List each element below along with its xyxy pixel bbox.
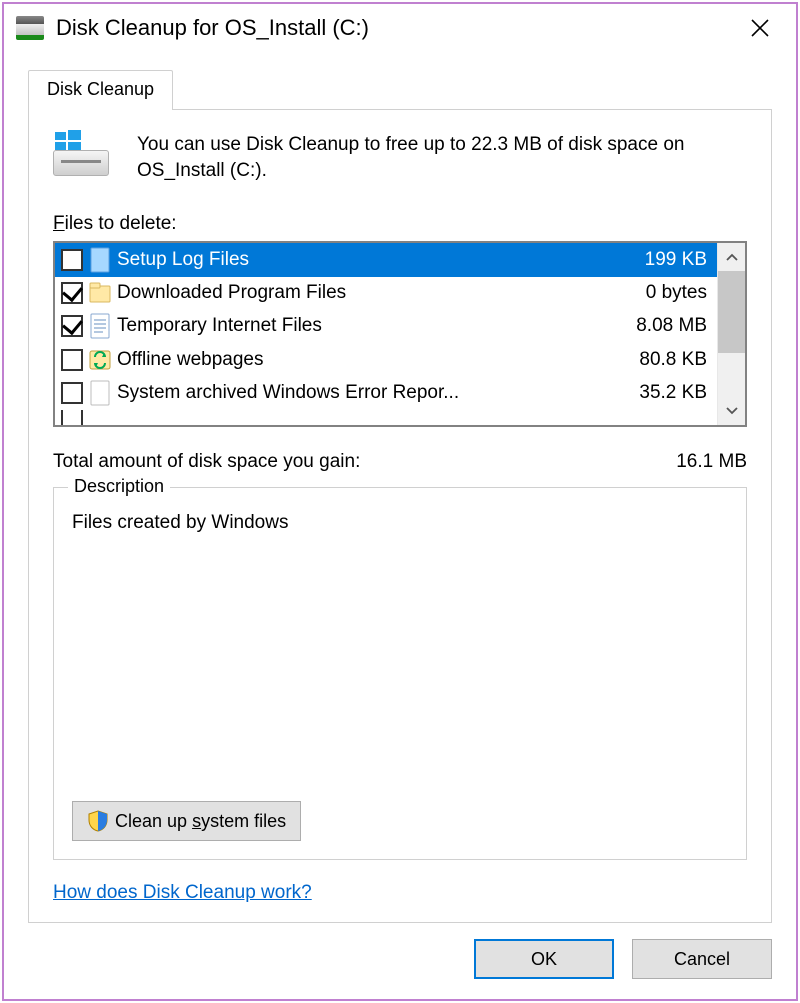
scrollbar[interactable] <box>717 243 745 425</box>
cancel-button[interactable]: Cancel <box>632 939 772 979</box>
item-name: Temporary Internet Files <box>117 315 601 337</box>
files-list-inner: Setup Log Files199 KBDownloaded Program … <box>55 243 717 425</box>
files-listbox[interactable]: Setup Log Files199 KBDownloaded Program … <box>53 241 747 427</box>
item-size: 80.8 KB <box>601 349 711 371</box>
disk-cleanup-app-icon <box>16 16 44 40</box>
drive-icon <box>53 132 109 182</box>
description-group: Description Files created by Windows Cle… <box>53 487 747 860</box>
windows-logo-icon <box>55 130 81 152</box>
sysbtn-text: Clean up system files <box>115 811 286 832</box>
scroll-down-button[interactable] <box>718 397 745 425</box>
close-button[interactable] <box>736 12 784 44</box>
page-blue-icon <box>89 247 111 273</box>
page-lines-icon <box>89 313 111 339</box>
scroll-up-button[interactable] <box>718 243 745 271</box>
close-icon <box>751 19 769 37</box>
item-name: System archived Windows Error Repor... <box>117 382 601 404</box>
folder-icon <box>89 280 111 306</box>
offline-icon <box>89 347 111 373</box>
page-white-icon <box>89 380 111 406</box>
total-value: 16.1 MB <box>676 451 747 473</box>
item-name: Setup Log Files <box>117 249 601 271</box>
checkbox[interactable] <box>61 249 83 271</box>
chevron-up-icon <box>726 253 738 261</box>
content-area: Disk Cleanup You can use Disk Cleanup to… <box>4 52 796 923</box>
item-size: 8.08 MB <box>601 315 711 337</box>
item-size: 0 bytes <box>601 282 711 304</box>
tab-disk-cleanup[interactable]: Disk Cleanup <box>28 70 173 110</box>
title-bar: Disk Cleanup for OS_Install (C:) <box>4 4 796 52</box>
clean-up-system-files-button[interactable]: Clean up system files <box>72 801 301 841</box>
help-link[interactable]: How does Disk Cleanup work? <box>53 882 312 904</box>
window-title: Disk Cleanup for OS_Install (C:) <box>56 15 736 41</box>
checkbox[interactable] <box>61 349 83 371</box>
item-name: Downloaded Program Files <box>117 282 601 304</box>
total-label: Total amount of disk space you gain: <box>53 451 360 473</box>
uac-shield-icon <box>87 810 109 832</box>
list-item[interactable]: Temporary Internet Files8.08 MB <box>55 310 717 343</box>
intro-text: You can use Disk Cleanup to free up to 2… <box>137 132 747 183</box>
list-item[interactable]: Offline webpages80.8 KB <box>55 343 717 376</box>
item-size: 35.2 KB <box>601 382 711 404</box>
ok-button[interactable]: OK <box>474 939 614 979</box>
description-text: Files created by Windows <box>72 512 728 801</box>
list-item[interactable] <box>55 410 717 426</box>
scroll-thumb[interactable] <box>718 271 745 353</box>
chevron-down-icon <box>726 407 738 415</box>
list-item[interactable]: System archived Windows Error Repor...35… <box>55 376 717 409</box>
checkbox[interactable] <box>61 282 83 304</box>
checkbox[interactable] <box>61 315 83 337</box>
item-name: Offline webpages <box>117 349 601 371</box>
tab-header: Disk Cleanup <box>28 70 772 109</box>
files-to-delete-label: Files to delete: <box>53 213 747 235</box>
total-row: Total amount of disk space you gain: 16.… <box>53 451 747 473</box>
scroll-track[interactable] <box>718 271 745 397</box>
description-title: Description <box>68 476 170 497</box>
list-item[interactable]: Setup Log Files199 KB <box>55 243 717 276</box>
intro-row: You can use Disk Cleanup to free up to 2… <box>53 132 747 183</box>
checkbox[interactable] <box>61 382 83 404</box>
tab-panel: You can use Disk Cleanup to free up to 2… <box>28 109 772 923</box>
checkbox[interactable] <box>61 410 83 426</box>
list-item[interactable]: Downloaded Program Files0 bytes <box>55 277 717 310</box>
item-size: 199 KB <box>601 249 711 271</box>
dialog-button-bar: OK Cancel <box>4 923 796 999</box>
disk-cleanup-window: Disk Cleanup for OS_Install (C:) Disk Cl… <box>2 2 798 1001</box>
